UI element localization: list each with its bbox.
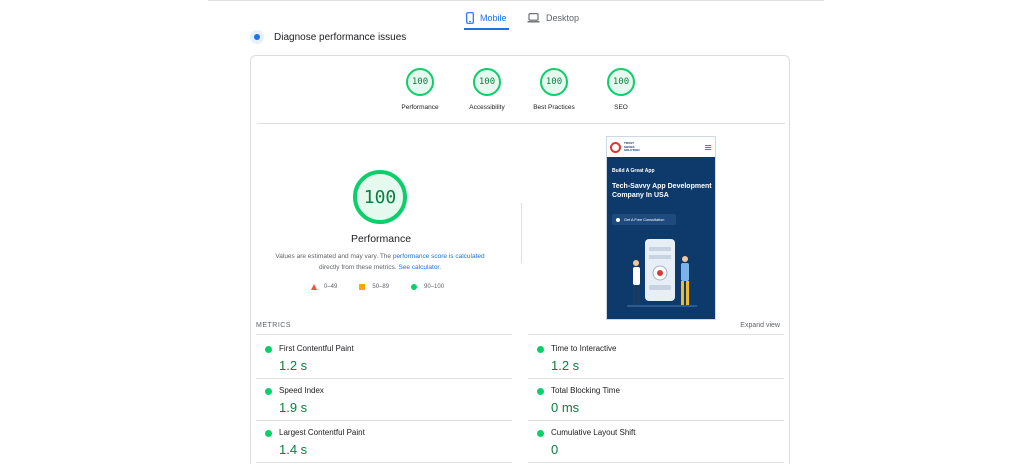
- brand-logo-icon: [610, 142, 621, 153]
- gauge-label: Accessibility: [469, 104, 505, 111]
- gauge-accessibility[interactable]: 100 Accessibility: [451, 68, 523, 111]
- screenshot-header: TRUST SHOES SOLUTION: [607, 137, 715, 157]
- metric-name: Time to Interactive: [551, 344, 617, 353]
- gauge-label: SEO: [614, 104, 628, 111]
- legend-range: 50–89: [372, 284, 390, 290]
- menu-icon: [705, 145, 711, 150]
- metrics-divider: [528, 334, 784, 335]
- metric-name: Cumulative Layout Shift: [551, 428, 636, 437]
- page-screenshot: TRUST SHOES SOLUTION Build A Great App T…: [606, 136, 716, 320]
- metric-first-contentful-paint: First Contentful Paint 1.2 s: [256, 337, 512, 379]
- score-legend: 0–49 50–89 90–100: [311, 284, 444, 290]
- metric-value: 0: [551, 442, 559, 457]
- calculator-link[interactable]: See calculator.: [398, 264, 441, 271]
- metrics-heading: METRICS: [256, 322, 291, 329]
- square-icon: [359, 284, 366, 290]
- screenshot-subtitle: Build A Great App: [612, 168, 655, 174]
- device-tabs: Mobile Desktop: [0, 6, 1032, 30]
- laptop-icon: [527, 13, 540, 23]
- performance-title: Performance: [350, 233, 412, 245]
- metric-total-blocking-time: Total Blocking Time 0 ms: [528, 379, 784, 421]
- performance-gauge: 100: [353, 170, 407, 224]
- metric-value: 1.2 s: [279, 358, 308, 373]
- gauge-label: Best Practices: [533, 104, 575, 111]
- metric-name: Largest Contentful Paint: [279, 428, 365, 437]
- score-note: Values are estimated and may vary. The p…: [265, 251, 495, 273]
- gauge-score: 100: [406, 68, 434, 96]
- diagnose-header: Diagnose performance issues: [250, 30, 406, 44]
- metric-value: 0 ms: [551, 400, 580, 415]
- gauge-label: Performance: [401, 104, 439, 111]
- diagnose-title: Diagnose performance issues: [274, 31, 407, 43]
- circle-icon: [411, 284, 418, 290]
- performance-score: 100: [353, 170, 407, 224]
- metric-value: 1.9 s: [279, 400, 308, 415]
- metric-value: 1.4 s: [279, 442, 308, 457]
- gauge-score: 100: [540, 68, 568, 96]
- tab-mobile[interactable]: Mobile: [466, 6, 507, 30]
- brand-name: TRUST SHOES SOLUTION: [624, 141, 640, 152]
- pass-circle-icon: [265, 388, 272, 395]
- tab-desktop[interactable]: Desktop: [527, 6, 579, 30]
- metric-speed-index: Speed Index 1.9 s: [256, 379, 512, 421]
- report-card: 100 Performance 100 Accessibility 100 Be…: [250, 55, 790, 464]
- pass-circle-icon: [265, 346, 272, 353]
- legend-range: 0–49: [324, 284, 338, 290]
- triangle-icon: [311, 284, 317, 290]
- metric-name: Speed Index: [279, 386, 324, 395]
- legend-pass: 90–100: [411, 284, 444, 290]
- top-divider: [208, 0, 824, 1]
- active-tab-indicator: [464, 28, 509, 30]
- metric-name: First Contentful Paint: [279, 344, 354, 353]
- legend-average: 50–89: [359, 284, 389, 290]
- pass-circle-icon: [265, 430, 272, 437]
- pass-circle-icon: [537, 388, 544, 395]
- note-text: Values are estimated and may vary. The: [275, 253, 393, 260]
- section-divider: [257, 123, 785, 124]
- gauge-performance[interactable]: 100 Performance: [384, 68, 456, 111]
- phone-icon: [466, 12, 474, 24]
- phone-call-icon: [616, 217, 620, 222]
- tab-mobile-label: Mobile: [480, 13, 507, 23]
- metric-value: 1.2 s: [551, 358, 580, 373]
- pass-circle-icon: [537, 346, 544, 353]
- screenshot-title: Tech-Savvy App Development Company In US…: [612, 183, 712, 199]
- note-text: directly from these metrics.: [318, 264, 399, 271]
- pass-circle-icon: [537, 430, 544, 437]
- metric-largest-contentful-paint: Largest Contentful Paint 1.4 s: [256, 421, 512, 463]
- gauge-seo[interactable]: 100 SEO: [585, 68, 657, 111]
- gauge-score: 100: [607, 68, 635, 96]
- tab-desktop-label: Desktop: [546, 13, 580, 23]
- expand-view-button[interactable]: Expand view: [740, 322, 780, 329]
- gauge-score: 100: [473, 68, 501, 96]
- legend-range: 90–100: [424, 284, 445, 290]
- metric-cumulative-layout-shift: Cumulative Layout Shift 0: [528, 421, 784, 463]
- metric-name: Total Blocking Time: [551, 386, 620, 395]
- vertical-divider: [521, 203, 522, 263]
- metrics-divider: [256, 334, 512, 335]
- screenshot-cta: Get A Free Consultation: [612, 214, 676, 225]
- legend-fail: 0–49: [311, 284, 337, 290]
- score-calculation-link[interactable]: performance score is calculated: [393, 253, 485, 260]
- category-gauges: 100 Performance 100 Accessibility 100 Be…: [251, 68, 791, 128]
- app-illustration: [627, 239, 697, 307]
- gauge-best-practices[interactable]: 100 Best Practices: [518, 68, 590, 111]
- diagnose-icon: [250, 30, 264, 44]
- metric-time-to-interactive: Time to Interactive 1.2 s: [528, 337, 784, 379]
